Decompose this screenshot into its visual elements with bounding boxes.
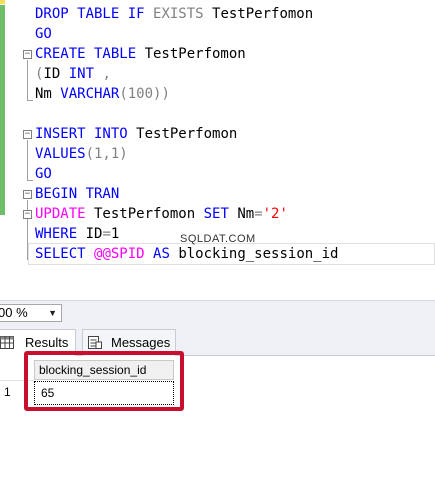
change-marker-saved	[0, 5, 5, 215]
code-token: ID	[77, 226, 103, 242]
code-token: TestPerfomon	[203, 6, 314, 22]
code-line[interactable]: INSERT INTO TestPerfomon	[35, 124, 237, 144]
code-token: DROP TABLE IF	[35, 6, 154, 22]
query-editor[interactable]: − − − − DROP TABLE IF EXISTS TestPerfomo…	[0, 0, 435, 300]
zoom-select[interactable]: 00 % ▼	[0, 304, 62, 322]
code-line[interactable]: DROP TABLE IF EXISTS TestPerfomon	[35, 4, 313, 24]
chevron-down-icon[interactable]: ▼	[48, 305, 57, 321]
watermark: SQLDAT.COM	[180, 233, 256, 245]
fold-guide	[27, 140, 28, 180]
annotation-highlight-box	[24, 351, 184, 411]
fold-guide-end	[27, 180, 33, 181]
code-line[interactable]: WHERE ID=1	[35, 224, 119, 244]
code-line[interactable]: SELECT @@SPID AS blocking_session_id	[35, 244, 338, 264]
code-token: ID	[43, 66, 69, 82]
code-line[interactable]: UPDATE TestPerfomon SET Nm='2'	[35, 204, 288, 224]
code-token: AS	[144, 246, 179, 262]
code-token: (100))	[119, 86, 170, 102]
code-line[interactable]: Nm VARCHAR(100))	[35, 84, 170, 104]
grid-icon	[0, 336, 14, 349]
code-token: TestPerfomon	[144, 46, 246, 62]
code-token: VARCHAR	[60, 86, 120, 102]
change-marker-unsaved	[0, 0, 5, 4]
code-token: GO	[35, 26, 52, 42]
code-token: (1,1)	[85, 146, 128, 162]
code-token: =	[102, 226, 111, 242]
code-line[interactable]: VALUES(1,1)	[35, 144, 128, 164]
code-token: GO	[35, 166, 52, 182]
code-token: Nm	[228, 206, 255, 222]
fold-guide	[27, 60, 28, 100]
collapse-icon[interactable]: −	[23, 130, 32, 139]
code-line[interactable]: BEGIN TRAN	[35, 184, 119, 204]
code-token: SET	[203, 206, 229, 222]
code-token: TestPerfomon	[136, 126, 238, 142]
code-token: @@SPID	[94, 246, 145, 262]
code-token: blocking_session_id	[178, 246, 339, 262]
code-line[interactable]: (ID INT ,	[35, 64, 111, 84]
code-line[interactable]: GO	[35, 24, 52, 44]
code-token: BEGIN TRAN	[35, 186, 120, 202]
code-token: =	[254, 206, 263, 222]
editor-status-strip: 00 % ▼	[0, 300, 435, 324]
code-token: ,	[94, 66, 111, 82]
code-token: UPDATE	[35, 206, 86, 222]
collapse-icon[interactable]: −	[23, 190, 32, 199]
code-token: INSERT INTO	[35, 126, 137, 142]
row-number[interactable]: 1	[4, 383, 11, 401]
code-token: TestPerfomon	[85, 206, 204, 222]
code-token: SELECT	[35, 246, 95, 262]
code-line[interactable]: GO	[35, 164, 52, 184]
code-token: WHERE	[35, 226, 78, 242]
collapse-icon[interactable]: −	[23, 50, 32, 59]
collapse-icon[interactable]: −	[23, 210, 32, 219]
code-token: VALUES	[35, 146, 86, 162]
fold-guide-end	[27, 100, 33, 101]
code-token: EXISTS	[153, 6, 204, 22]
messages-icon	[88, 336, 102, 349]
code-token: Nm	[35, 86, 61, 102]
code-token: '2'	[262, 206, 288, 222]
code-token: 1	[110, 226, 120, 242]
code-token: CREATE TABLE	[35, 46, 145, 62]
code-line[interactable]: CREATE TABLE TestPerfomon	[35, 44, 246, 64]
code-token: INT	[68, 66, 95, 82]
zoom-value: 00 %	[0, 305, 28, 320]
